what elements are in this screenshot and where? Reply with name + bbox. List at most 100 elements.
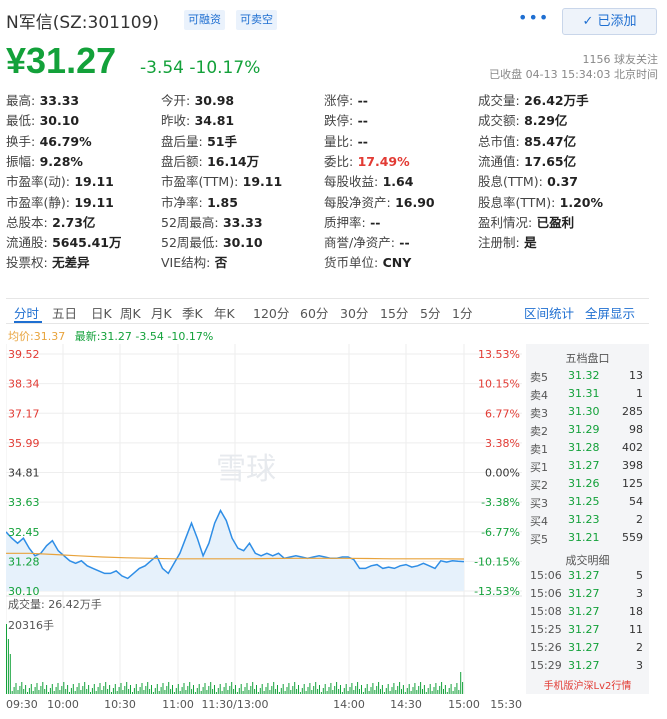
volume-bar: [330, 683, 332, 694]
trade-cell: 31.27: [568, 587, 600, 600]
volume-bar: [259, 688, 261, 694]
quote-key: 成交量:: [478, 93, 520, 108]
chart-tab[interactable]: 分时: [14, 303, 39, 322]
quote-value: 5645.41万: [47, 235, 122, 251]
volume-bar: [223, 687, 225, 694]
trade-cell: 31.27: [568, 641, 600, 654]
quote-value: 9.28%: [35, 153, 83, 169]
quote-item: 52周最低: 30.10: [161, 232, 263, 251]
volume-bar: [252, 682, 254, 694]
chart-tab[interactable]: 五日: [52, 303, 77, 322]
volume-bar: [242, 691, 244, 694]
lv2-link[interactable]: 手机版沪深Lv2行情: [526, 677, 649, 692]
volume-bar: [179, 691, 181, 694]
y-tick-label: 34.81: [8, 467, 40, 480]
chart-tab[interactable]: 1分: [452, 303, 472, 322]
margin-tag[interactable]: 可融资: [184, 10, 225, 30]
quote-value: --: [394, 235, 410, 251]
more-button[interactable]: •••: [518, 8, 549, 27]
intraday-chart[interactable]: 雪球 39.52 38.34 37.17 35.99 34.81 33.63 32.45 31.…: [6, 344, 524, 716]
orderbook-cell: 31.28: [568, 441, 600, 454]
quote-value: 34.81: [190, 113, 235, 129]
follow-button[interactable]: ✓ 已添加: [562, 8, 657, 35]
orderbook-cell: 卖1: [530, 443, 548, 456]
y-tick-label: 37.17: [8, 407, 40, 420]
quote-value: 无差异: [47, 255, 90, 271]
quote-item: 每股净资产: 16.90: [324, 192, 435, 211]
chart-tab[interactable]: 120分: [253, 303, 289, 322]
volume-bar: [315, 682, 317, 694]
quote-value: 19.11: [69, 194, 114, 210]
volume-bar: [204, 683, 206, 694]
volume-bar: [227, 690, 229, 694]
volume-bar: [200, 691, 202, 694]
orderbook-cell: 31.30: [568, 405, 600, 418]
volume-bar: [267, 683, 269, 694]
quote-meta: 1156 球友关注 已收盘 04-13 15:34:03 北京时间: [489, 52, 658, 82]
volume-bar: [141, 683, 143, 694]
volume-bar: [46, 685, 48, 694]
quote-item: 涨停: --: [324, 90, 368, 109]
volume-bar: [362, 692, 364, 694]
chart-tab[interactable]: 30分: [340, 303, 368, 322]
volume-bar: [25, 685, 27, 694]
volume-bar: [107, 689, 109, 694]
volume-bar: [166, 686, 168, 694]
volume-bar: [48, 692, 49, 694]
quote-value: 17.49%: [353, 153, 410, 169]
trade-row: 15:29 31.27 3: [526, 659, 649, 677]
order-book: 五档盘口 卖5 31.32 13 卖4 31.31 1 卖3 31.30 285 卖2 31.29 98…: [526, 344, 649, 694]
chart-tab[interactable]: 5分: [420, 303, 440, 322]
quote-value: 0.37: [542, 174, 579, 190]
volume-bar: [420, 682, 422, 694]
chart-tab[interactable]: 60分: [300, 303, 328, 322]
quote-item: 成交量: 26.42万手: [478, 90, 589, 109]
quote-key: 流通值:: [478, 153, 520, 169]
volume-bar: [422, 689, 423, 694]
volume-bar: [381, 685, 383, 694]
volume-bar: [32, 691, 34, 694]
chart-tab[interactable]: 季K: [182, 303, 203, 322]
volume-bar: [80, 690, 82, 694]
chart-tab[interactable]: 15分: [380, 303, 408, 322]
quote-value: 19.11: [238, 174, 283, 190]
volume-bar: [240, 684, 242, 694]
volume-bar: [423, 685, 425, 694]
volume-bar: [378, 682, 380, 694]
quote-item: 成交额: 8.29亿: [478, 110, 567, 129]
chart-tab[interactable]: 月K: [151, 303, 172, 322]
volume-bar: [385, 688, 387, 694]
orderbook-cell: 卖3: [530, 407, 548, 420]
trade-row: 15:06 31.27 5: [526, 569, 649, 587]
fullscreen-link[interactable]: 全屏显示: [585, 303, 635, 322]
orderbook-cell: 买1: [530, 461, 548, 474]
volume-bar: [99, 683, 101, 694]
quote-value: 85.47亿: [519, 133, 577, 149]
volume-bar: [427, 688, 429, 694]
volume-bar: [446, 692, 448, 694]
quote-item: 投票权: 无差异: [6, 252, 90, 271]
volume-bar: [298, 685, 299, 694]
volume-bar: [183, 683, 185, 694]
volume-bar: [431, 691, 433, 694]
trade-cell: 15:25: [530, 623, 562, 636]
orderbook-cell: 402: [622, 441, 643, 454]
quote-key: 振幅:: [6, 153, 36, 169]
followers-count[interactable]: 1156 球友关注: [489, 52, 659, 67]
volume-bar: [322, 688, 324, 694]
volume-bar: [416, 690, 418, 694]
trade-cell: 31.27: [568, 623, 600, 636]
volume-bar: [334, 686, 336, 694]
volume-bar: [317, 689, 319, 694]
chart-tab[interactable]: 日K: [91, 303, 112, 322]
quote-item: 总市值: 85.47亿: [478, 131, 576, 150]
ask-row: 卖3 31.30 285: [526, 405, 649, 423]
short-tag[interactable]: 可卖空: [236, 10, 277, 30]
quote-item: 换手: 46.79%: [6, 131, 92, 150]
chart-tab[interactable]: 年K: [214, 303, 235, 322]
volume-bar: [210, 682, 212, 694]
x-tick-label: 10:30: [104, 698, 136, 711]
range-stats-link[interactable]: 区间统计: [524, 303, 574, 322]
volume-bar: [389, 691, 391, 694]
chart-tab[interactable]: 周K: [120, 303, 141, 322]
